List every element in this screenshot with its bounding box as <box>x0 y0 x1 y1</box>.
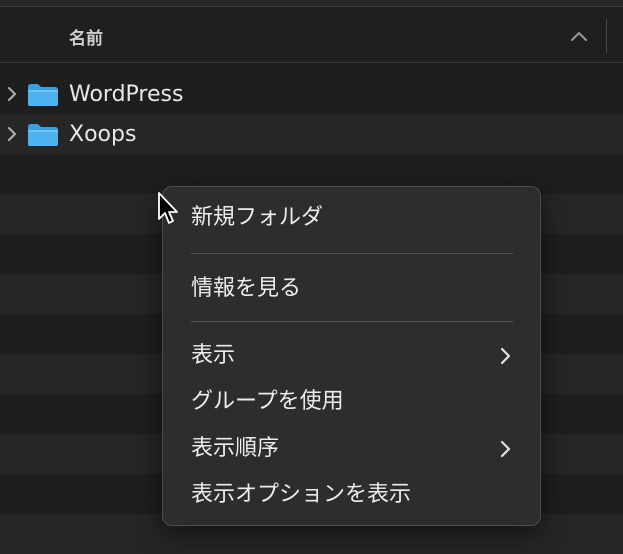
file-name: Xoops <box>69 122 137 147</box>
menu-item-label: 表示 <box>191 343 236 368</box>
name-column-header[interactable]: 名前 <box>69 24 103 49</box>
chevron-up-icon[interactable] <box>570 29 588 43</box>
menu-item-sort-by[interactable]: 表示順序 <box>191 430 513 468</box>
menu-item-use-groups[interactable]: グループを使用 <box>191 383 513 421</box>
menu-separator <box>191 321 513 322</box>
chevron-right-icon <box>500 347 511 365</box>
context-menu: 新規フォルダ 情報を見る 表示 グループを使用 表示順序 表示オプションを表示 <box>162 186 541 526</box>
menu-item-label: 情報を見る <box>191 276 302 301</box>
menu-item-label: 表示オプションを表示 <box>191 482 412 507</box>
toolbar-strip <box>0 0 623 7</box>
menu-separator <box>191 253 513 254</box>
finder-window: 名前 WordPress Xoops 新規フォルダ 情報を見る 表示 グループを… <box>0 0 623 554</box>
next-column-header[interactable] <box>612 7 623 62</box>
menu-item-label: 新規フォルダ <box>191 205 324 230</box>
file-row-xoops[interactable]: Xoops <box>0 114 623 154</box>
menu-item-label: グループを使用 <box>191 389 344 414</box>
menu-item-new-folder[interactable]: 新規フォルダ <box>191 199 513 237</box>
file-name: WordPress <box>69 82 184 107</box>
column-header: 名前 <box>0 7 623 63</box>
menu-item-view[interactable]: 表示 <box>191 337 513 375</box>
file-row-wordpress[interactable]: WordPress <box>0 74 623 114</box>
menu-item-get-info[interactable]: 情報を見る <box>191 270 513 308</box>
folder-icon <box>28 124 58 146</box>
folder-icon <box>28 84 58 106</box>
chevron-right-icon <box>500 440 511 458</box>
column-divider[interactable] <box>606 19 607 53</box>
menu-item-label: 表示順序 <box>191 436 280 461</box>
chevron-right-icon[interactable] <box>5 86 19 102</box>
chevron-right-icon[interactable] <box>5 126 19 142</box>
mouse-pointer-icon <box>158 192 178 224</box>
menu-item-show-view-options[interactable]: 表示オプションを表示 <box>191 476 513 514</box>
